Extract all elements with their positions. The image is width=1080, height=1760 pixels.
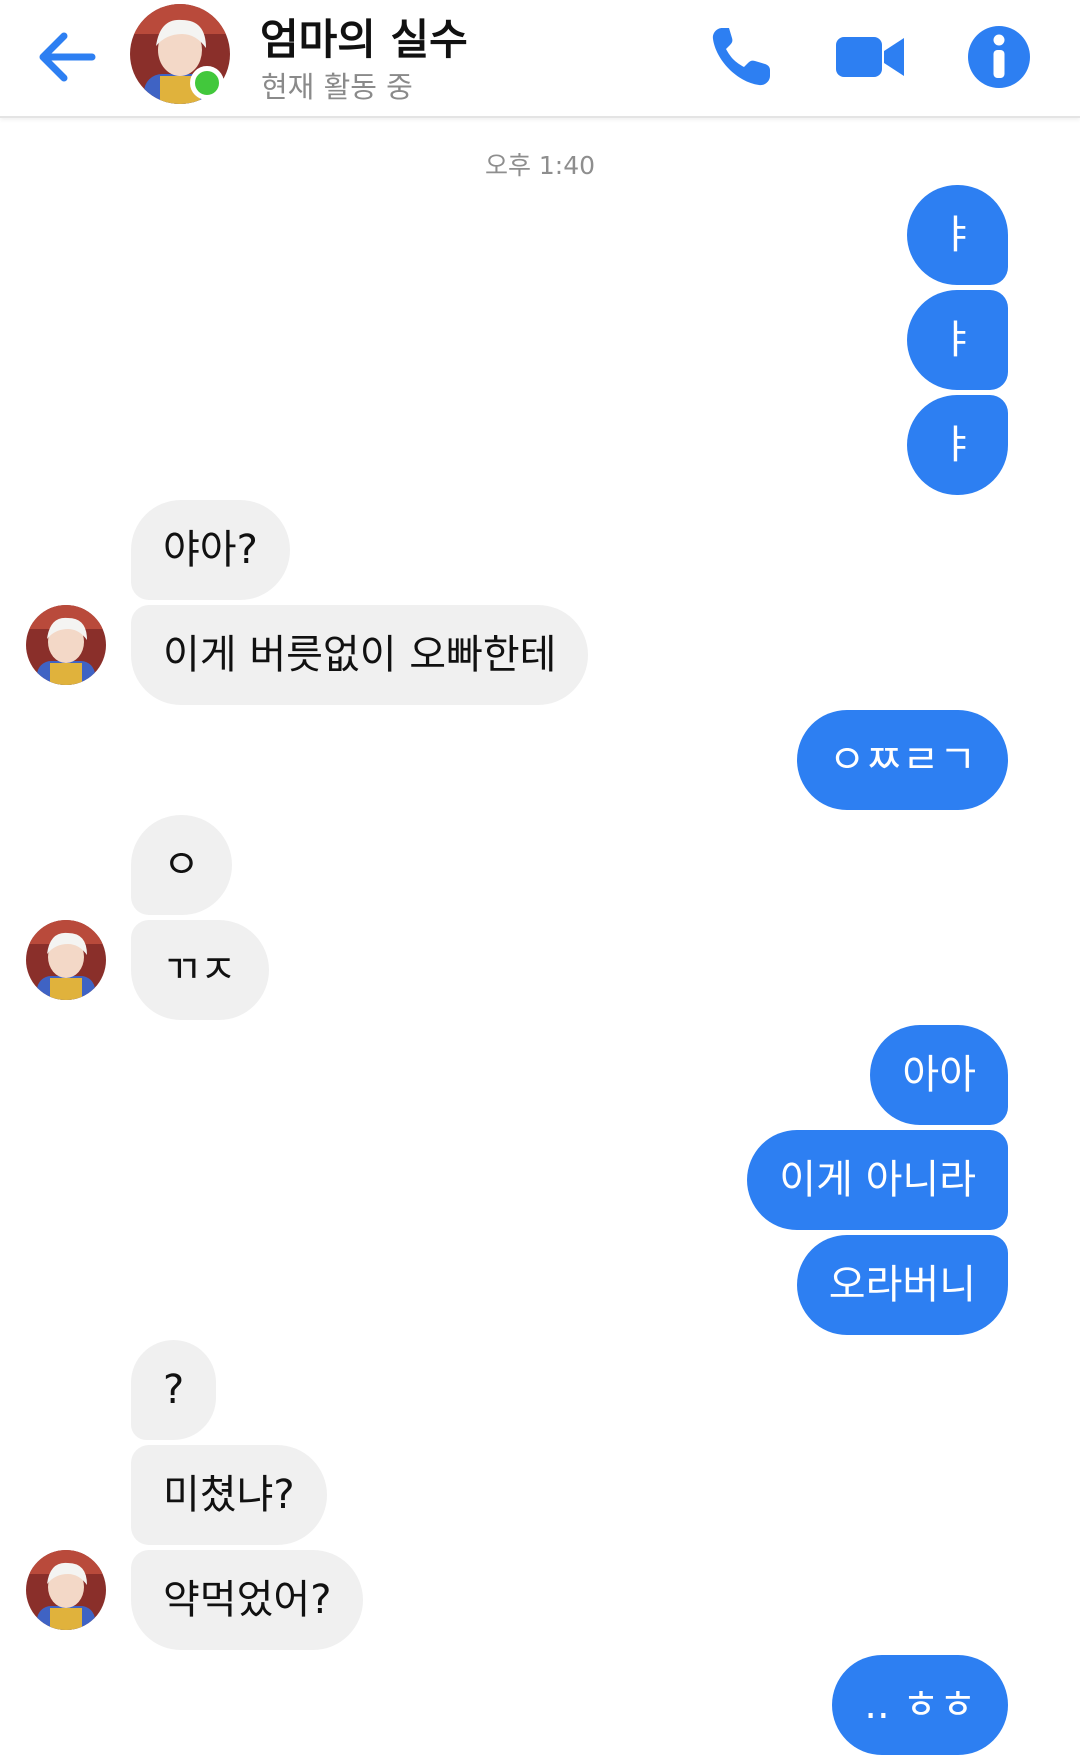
message-bubble-received[interactable]: ?	[131, 1340, 217, 1440]
video-camera-icon	[836, 37, 904, 77]
info-button[interactable]	[964, 22, 1034, 92]
message-bubble-received[interactable]: 이게 버릇없이 오빠한테	[131, 605, 589, 705]
message-bubble-sent[interactable]: ㅑ	[907, 290, 1008, 390]
sender-avatar[interactable]	[26, 920, 106, 1000]
message-bubble-sent[interactable]: 아아	[870, 1025, 1008, 1125]
message-bubble-sent[interactable]: ㅑ	[907, 395, 1008, 495]
sender-avatar[interactable]	[26, 605, 106, 685]
message-bubble-received[interactable]: ㅇ	[131, 815, 232, 915]
message-bubble-sent[interactable]: 이게 아니라	[747, 1130, 1008, 1230]
back-button[interactable]	[34, 24, 100, 90]
message-bubble-received[interactable]: 약먹었어?	[131, 1550, 364, 1650]
contact-name: 엄마의 실수	[260, 15, 468, 64]
chat-header: 엄마의 실수 현재 활동 중	[0, 0, 1080, 118]
phone-icon	[712, 28, 770, 86]
sender-avatar[interactable]	[26, 1550, 106, 1630]
message-bubble-received[interactable]: 미쳤냐?	[131, 1445, 327, 1545]
message-bubble-received[interactable]: 야아?	[131, 500, 290, 600]
message-bubble-received[interactable]: ㄲㅈ	[131, 920, 269, 1020]
message-bubble-sent[interactable]: ㅇㅉㄹㄱ	[796, 710, 1008, 810]
avatar-photo	[26, 1550, 106, 1630]
online-indicator	[190, 66, 224, 100]
contact-status: 현재 활동 중	[261, 70, 413, 104]
message-bubble-sent[interactable]: .. ㅎㅎ	[832, 1655, 1008, 1755]
avatar-photo	[26, 605, 106, 685]
info-icon	[968, 26, 1030, 88]
voice-call-button[interactable]	[706, 22, 776, 92]
message-bubble-sent[interactable]: 오라버니	[796, 1235, 1008, 1335]
avatar-photo	[26, 920, 106, 1000]
message-timestamp: 오후 1:40	[484, 151, 596, 180]
arrow-left-icon	[39, 32, 96, 82]
video-call-button[interactable]	[834, 22, 908, 92]
message-bubble-sent[interactable]: ㅑ	[907, 185, 1008, 285]
